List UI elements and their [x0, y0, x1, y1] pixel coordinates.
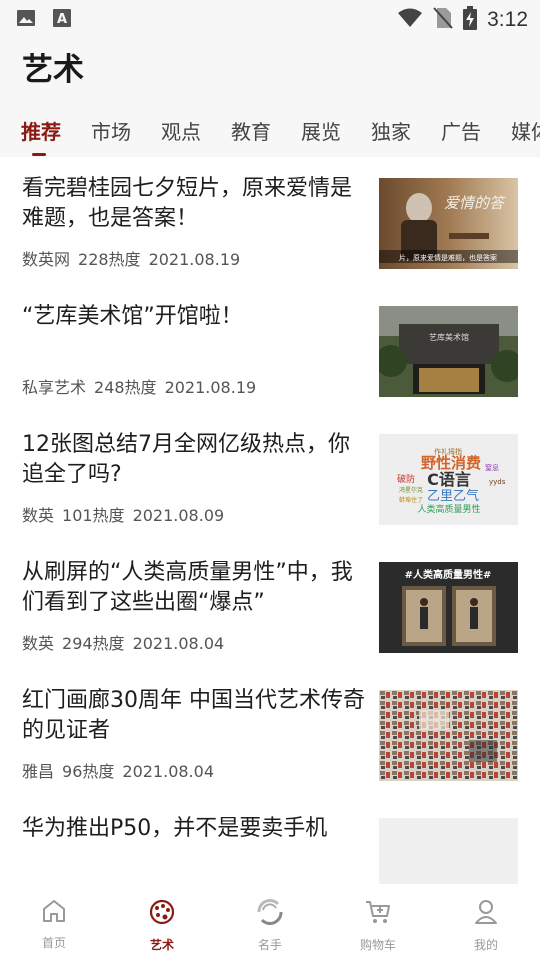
- article-thumbnail: 作礼拇指 野性消费 C语言 破防 乙里乙气 人类高质量男性 窒息 鸿星尔克 蚌埠…: [379, 434, 518, 525]
- article-item[interactable]: 从刷屏的“人类高质量男性”中，我们看到了这些出圈“爆点” 数英 294热度 2021…: [0, 542, 540, 670]
- nav-home[interactable]: 首页: [0, 884, 108, 960]
- article-source: 数英: [22, 634, 55, 653]
- article-title: 红门画廊30周年 中国当代艺术传奇的见证者: [22, 688, 365, 743]
- article-date: 2021.08.09: [132, 506, 225, 525]
- battery-charging-icon: [463, 6, 478, 34]
- nav-label: 名手: [257, 938, 282, 952]
- tab-media[interactable]: 媒体: [511, 116, 540, 145]
- tab-exclusive[interactable]: 独家: [371, 116, 411, 145]
- thumb-word: 蚌埠住了: [399, 496, 423, 504]
- article-heat: 248热度: [94, 378, 157, 397]
- tab-opinion[interactable]: 观点: [161, 116, 201, 145]
- tab-recommend[interactable]: 推荐: [21, 116, 61, 145]
- article-thumbnail: #人类高质量男性#: [379, 562, 518, 653]
- cart-icon: [364, 898, 392, 930]
- article-thumbnail: 爱情的答 片，原来爱情是难题，也是答案: [379, 178, 518, 269]
- article-date: 2021.08.19: [148, 250, 241, 269]
- swirl-icon: [256, 898, 284, 930]
- wifi-icon: [397, 7, 423, 33]
- article-title: 12张图总结7月全网亿级热点，你追全了吗?: [22, 432, 350, 487]
- article-meta: 雅昌 96热度 2021.08.04: [22, 758, 222, 782]
- thumb-word: 乙里乙气: [427, 488, 479, 504]
- nav-label: 首页: [41, 936, 66, 950]
- thumb-overlay-text: 爱情的答: [444, 194, 506, 212]
- bottom-nav: 首页 艺术 名手 购物车 我的: [0, 884, 540, 960]
- article-title: 看完碧桂园七夕短片，原来爱情是难题，也是答案！: [22, 176, 353, 231]
- no-sim-icon: [433, 6, 453, 34]
- article-date: 2021.08.04: [122, 762, 214, 781]
- user-icon: [473, 898, 499, 930]
- article-thumbnail: [379, 690, 518, 781]
- article-item[interactable]: “艺库美术馆”开馆啦！ 私享艺术 248热度 2021.08.19 艺库美术馆: [0, 286, 540, 414]
- tab-exhibition[interactable]: 展览: [301, 116, 341, 145]
- thumb-word: 破防: [397, 473, 415, 485]
- nav-label: 购物车: [359, 938, 396, 952]
- app-header: 艺术: [0, 36, 540, 100]
- article-item[interactable]: 红门画廊30周年 中国当代艺术传奇的见证者 雅昌 96热度 2021.08.04: [0, 670, 540, 798]
- article-title: 华为推出P50，并不是要卖手机: [22, 816, 328, 841]
- thumb-word: 窒息: [485, 463, 499, 472]
- thumb-word: C语言: [427, 470, 471, 489]
- status-time: 3:12: [487, 8, 528, 31]
- thumb-caption-text: 片，原来爱情是难题，也是答案: [399, 253, 497, 262]
- thumb-word: yyds: [489, 478, 506, 486]
- active-tab-indicator: [32, 153, 46, 156]
- article-source: 数英: [22, 506, 55, 525]
- article-source: 雅昌: [22, 762, 55, 781]
- thumb-word: 人类高质量男性: [417, 503, 480, 515]
- tab-education[interactable]: 教育: [231, 116, 271, 145]
- nav-cart[interactable]: 购物车: [324, 884, 432, 960]
- status-bar: A 3:12: [0, 0, 540, 36]
- palette-icon: [148, 898, 176, 930]
- article-source: 数英网: [22, 250, 71, 269]
- article-heat: 228热度: [78, 250, 141, 269]
- tab-bar: 推荐 市场 观点 教育 展览 独家 广告 媒体: [0, 100, 540, 157]
- nav-profile[interactable]: 我的: [432, 884, 540, 960]
- tab-market[interactable]: 市场: [91, 116, 131, 145]
- article-title: 从刷屏的“人类高质量男性”中，我们看到了这些出圈“爆点”: [22, 560, 353, 615]
- article-heat: 101热度: [62, 506, 125, 525]
- article-meta: 数英网 228热度 2021.08.19: [22, 246, 248, 270]
- article-meta: 数英 294热度 2021.08.04: [22, 630, 232, 654]
- thumb-banner-text: #人类高质量男性#: [405, 568, 492, 581]
- svg-text:A: A: [57, 12, 67, 27]
- article-heat: 294热度: [62, 634, 125, 653]
- page-title: 艺术: [22, 52, 84, 88]
- article-item[interactable]: 12张图总结7月全网亿级热点，你追全了吗? 数英 101热度 2021.08.09 …: [0, 414, 540, 542]
- home-icon: [41, 898, 67, 928]
- nav-label: 我的: [473, 938, 498, 952]
- nav-masters[interactable]: 名手: [216, 884, 324, 960]
- nav-label: 艺术: [149, 938, 174, 952]
- article-title: “艺库美术馆”开馆啦！: [22, 304, 243, 329]
- nav-art[interactable]: 艺术: [108, 884, 216, 960]
- font-icon: A: [52, 8, 72, 32]
- article-meta: 数英 101热度 2021.08.09: [22, 502, 232, 526]
- thumb-sign-text: 艺库美术馆: [429, 332, 469, 342]
- thumb-word: 鸿星尔克: [399, 486, 423, 494]
- article-thumbnail: 艺库美术馆: [379, 306, 518, 397]
- article-meta: 私享艺术 248热度 2021.08.19: [22, 374, 264, 398]
- article-source: 私享艺术: [22, 378, 87, 397]
- image-icon: [16, 8, 36, 32]
- article-date: 2021.08.19: [164, 378, 257, 397]
- tab-advertising[interactable]: 广告: [441, 116, 481, 145]
- article-item[interactable]: 看完碧桂园七夕短片，原来爱情是难题，也是答案！ 数英网 228热度 2021.08.…: [0, 158, 540, 286]
- article-date: 2021.08.04: [132, 634, 225, 653]
- article-heat: 96热度: [62, 762, 115, 781]
